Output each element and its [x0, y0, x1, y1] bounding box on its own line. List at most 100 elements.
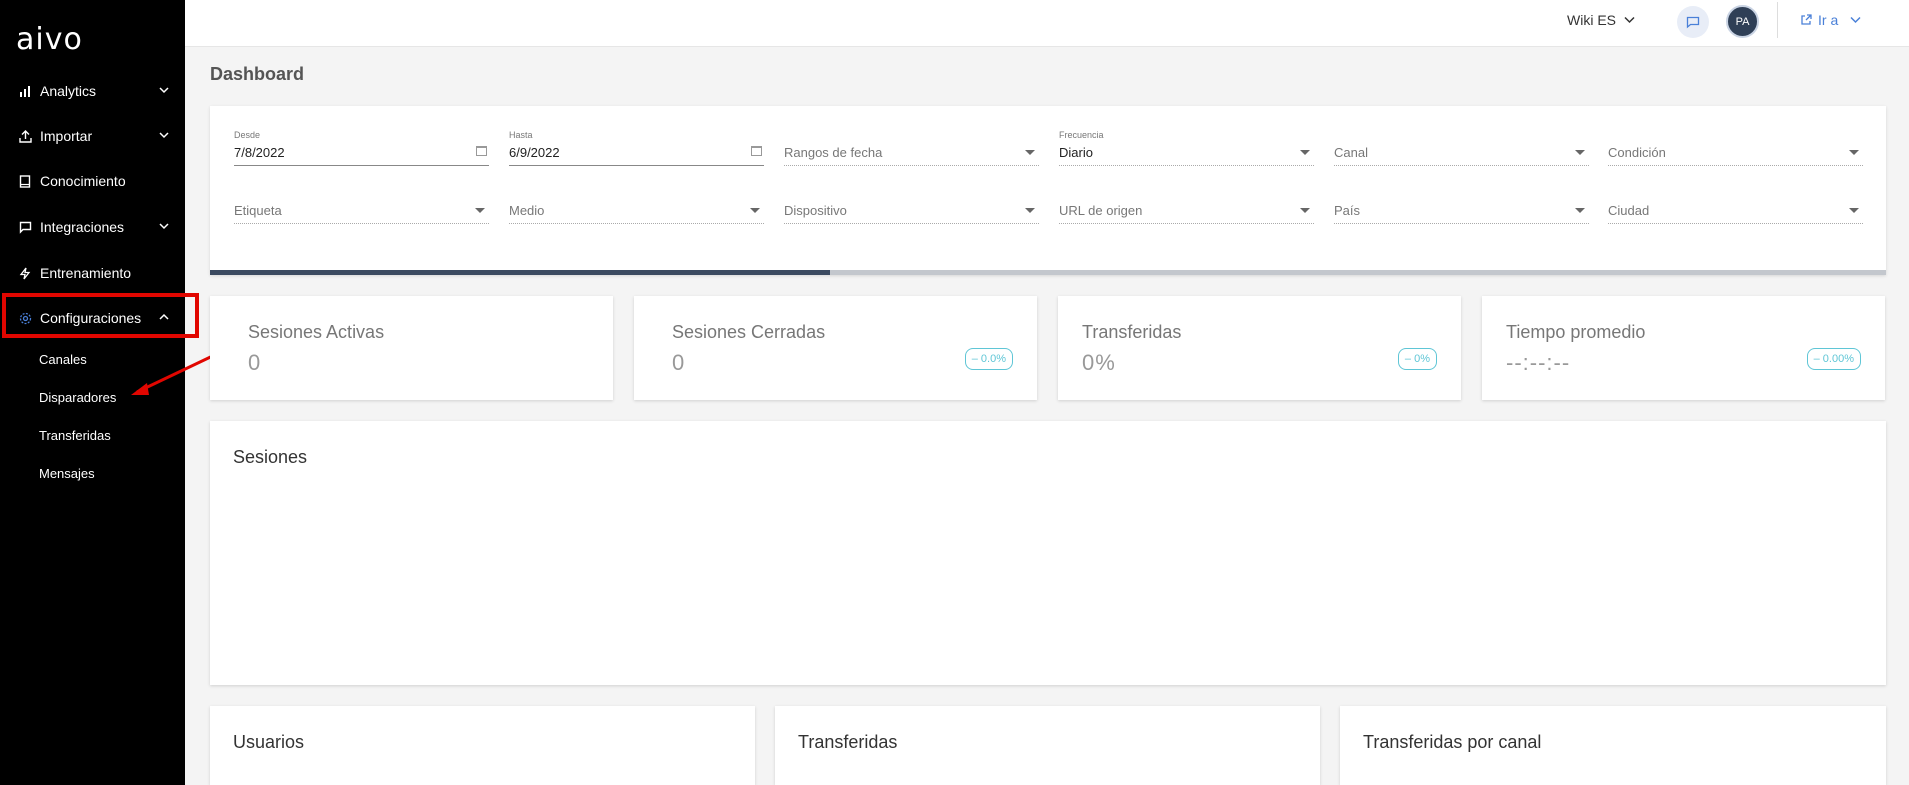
chevron-down-icon	[1624, 16, 1635, 24]
filter-panel: Desde 7/8/2022 Hasta 6/9/2022 Rangos de …	[210, 106, 1886, 275]
field-value: 7/8/2022	[234, 145, 285, 160]
kpi-title: Sesiones Activas	[248, 322, 385, 342]
kpi-title: Sesiones Cerradas	[672, 322, 826, 342]
external-link-icon	[1801, 14, 1812, 25]
device-select[interactable]: Dispositivo	[784, 194, 1039, 224]
kpi-title: Tiempo promedio	[1506, 322, 1646, 342]
country-select[interactable]: País	[1334, 194, 1589, 224]
field-value: Diario	[1059, 145, 1093, 160]
kpi-value: 0	[672, 350, 686, 375]
sidebar-item-label: Analytics	[40, 83, 97, 99]
kpi-card-transferidas: Transferidas 0% – 0%	[1058, 296, 1461, 400]
chat-button[interactable]	[1677, 6, 1709, 38]
upload-icon	[16, 129, 34, 143]
dropdown-caret-icon	[1025, 208, 1035, 213]
city-select[interactable]: Ciudad	[1608, 194, 1863, 224]
kpi-value: 0	[248, 350, 262, 375]
chat-bubble-icon	[1686, 16, 1700, 28]
chevron-down-icon	[159, 223, 169, 230]
kpi-change-badge: – 0.00%	[1806, 348, 1861, 370]
frequency-select[interactable]: Frecuencia Diario	[1059, 130, 1314, 166]
field-label: Hasta	[509, 130, 533, 140]
sidebar-item-analytics[interactable]: Analytics	[0, 76, 185, 106]
field-label: Frecuencia	[1059, 130, 1104, 140]
field-placeholder: Medio	[509, 203, 545, 218]
sesiones-chart-panel: Sesiones	[210, 421, 1886, 685]
dropdown-caret-icon	[1575, 150, 1585, 155]
chevron-down-icon	[1850, 16, 1861, 24]
field-placeholder: Dispositivo	[784, 203, 847, 218]
sidebar-subitem-disparadores[interactable]: Disparadores	[39, 390, 116, 405]
kpi-change-badge: – 0.0%	[964, 348, 1013, 370]
calendar-icon[interactable]	[751, 146, 762, 156]
sidebar-item-label: Entrenamiento	[40, 265, 132, 281]
panel-title: Transferidas por canal	[1363, 732, 1542, 752]
book-icon	[16, 174, 34, 188]
field-placeholder: Etiqueta	[234, 203, 282, 218]
dropdown-caret-icon	[1849, 150, 1859, 155]
panel-title: Sesiones	[233, 447, 308, 467]
chevron-down-icon	[159, 132, 169, 139]
wiki-label: Wiki ES	[1567, 12, 1616, 28]
goto-menu[interactable]: Ir a	[1800, 12, 1861, 28]
kpi-value: 0%	[1082, 350, 1116, 375]
field-placeholder: Condición	[1608, 145, 1666, 160]
sidebar-item-label: Integraciones	[40, 219, 125, 235]
sidebar-item-label: Importar	[40, 128, 93, 144]
calendar-icon[interactable]	[476, 146, 487, 156]
sidebar-subitem-transferidas[interactable]: Transferidas	[39, 428, 111, 443]
user-avatar[interactable]: PA	[1726, 5, 1759, 38]
sidebar-item-label: Conocimiento	[40, 173, 126, 189]
field-placeholder: Ciudad	[1608, 203, 1650, 218]
medium-select[interactable]: Medio	[509, 194, 764, 224]
page-title: Dashboard	[210, 64, 305, 84]
wiki-selector[interactable]: Wiki ES	[1567, 12, 1635, 28]
kpi-card-sesiones-cerradas: Sesiones Cerradas 0 – 0.0%	[634, 296, 1037, 400]
chevron-down-icon	[159, 87, 169, 94]
condition-select[interactable]: Condición	[1608, 136, 1863, 166]
sidebar-subitem-mensajes[interactable]: Mensajes	[39, 466, 95, 481]
chat-bubble-icon	[16, 221, 34, 234]
highlight-annotation-box	[2, 293, 199, 338]
kpi-value: --:--:--	[1506, 350, 1571, 375]
dropdown-caret-icon	[1300, 150, 1310, 155]
field-placeholder: Rangos de fecha	[784, 145, 883, 160]
sidebar-item-integraciones[interactable]: Integraciones	[0, 212, 185, 242]
sidebar-item-importar[interactable]: Importar	[0, 121, 185, 151]
goto-label: Ir a	[1818, 12, 1839, 28]
tag-select[interactable]: Etiqueta	[234, 194, 489, 224]
date-from-field[interactable]: Desde 7/8/2022	[234, 130, 489, 166]
kpi-change-badge: – 0%	[1397, 348, 1437, 370]
date-range-select[interactable]: Rangos de fecha	[784, 136, 1039, 166]
field-placeholder: URL de origen	[1059, 203, 1143, 218]
field-placeholder: País	[1334, 203, 1361, 218]
channel-select[interactable]: Canal	[1334, 136, 1589, 166]
sidebar-subitem-canales[interactable]: Canales	[39, 352, 87, 367]
bar-chart-icon	[16, 85, 34, 97]
sidebar-item-conocimiento[interactable]: Conocimiento	[0, 166, 185, 196]
loading-progress-bar	[210, 270, 1886, 275]
dropdown-caret-icon	[1300, 208, 1310, 213]
dropdown-caret-icon	[1849, 208, 1859, 213]
kpi-title: Transferidas	[1082, 322, 1182, 342]
app-logo[interactable]: aivo	[16, 22, 83, 57]
panel-title: Transferidas	[798, 732, 898, 752]
bolt-icon	[16, 267, 34, 280]
sidebar-item-entrenamiento[interactable]: Entrenamiento	[0, 258, 185, 288]
dropdown-caret-icon	[750, 208, 760, 213]
field-value: 6/9/2022	[509, 145, 560, 160]
dropdown-caret-icon	[475, 208, 485, 213]
kpi-card-sesiones-activas: Sesiones Activas 0	[210, 296, 613, 400]
kpi-card-tiempo-promedio: Tiempo promedio --:--:-- – 0.00%	[1482, 296, 1885, 400]
panel-title: Usuarios	[233, 732, 305, 752]
dropdown-caret-icon	[1575, 208, 1585, 213]
divider	[1777, 2, 1778, 38]
source-url-select[interactable]: URL de origen	[1059, 194, 1314, 224]
dropdown-caret-icon	[1025, 150, 1035, 155]
field-placeholder: Canal	[1334, 145, 1368, 160]
transferidas-panel: Transferidas	[775, 706, 1320, 785]
transferidas-por-canal-panel: Transferidas por canal	[1340, 706, 1886, 785]
field-label: Desde	[234, 130, 261, 140]
progress-fill	[210, 270, 831, 275]
date-to-field[interactable]: Hasta 6/9/2022	[509, 130, 764, 166]
